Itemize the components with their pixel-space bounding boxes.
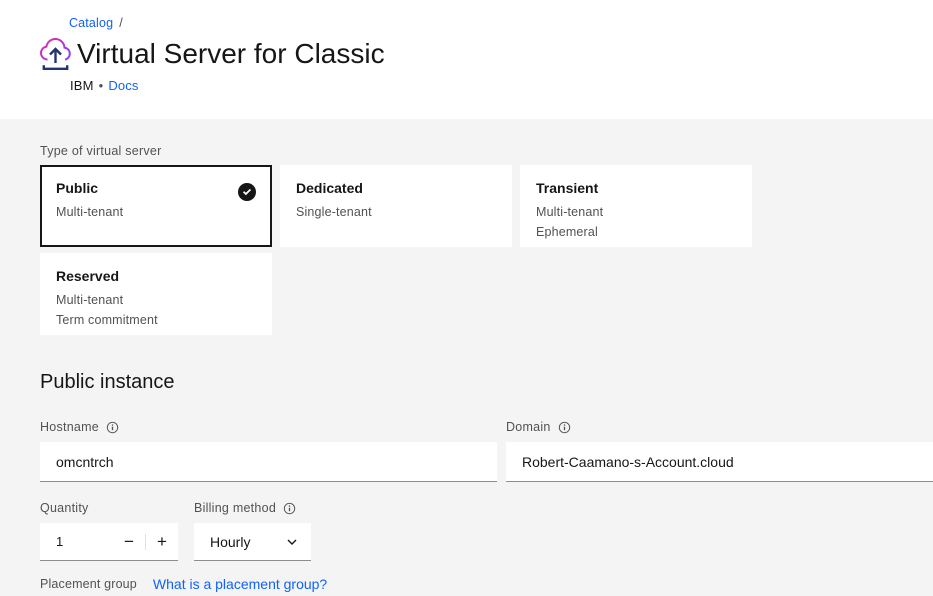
placement-group-label: Placement group — [40, 577, 137, 591]
quantity-field-group: Quantity − + — [40, 501, 178, 561]
billing-method-value: Hourly — [210, 534, 250, 550]
title-row: Virtual Server for Classic — [38, 35, 933, 73]
breadcrumb-separator: / — [119, 16, 123, 30]
tile-title: Transient — [536, 180, 736, 197]
docs-link[interactable]: Docs — [108, 78, 138, 93]
domain-label: Domain — [506, 420, 551, 434]
tile-subtitle: Ephemeral — [536, 222, 736, 242]
catalog-provision-page: Catalog / — [0, 0, 933, 596]
quantity-billing-row: Quantity − + Billing method — [40, 501, 933, 561]
billing-field-group: Billing method Hourly — [194, 501, 311, 561]
hostname-field-group: Hostname — [40, 420, 497, 482]
type-of-virtual-server-label: Type of virtual server — [40, 144, 933, 158]
quantity-increment-button[interactable]: + — [146, 523, 178, 560]
tile-title: Reserved — [56, 268, 256, 285]
tile-dedicated[interactable]: Dedicated Single-tenant — [280, 165, 512, 247]
chevron-down-icon — [287, 539, 297, 545]
quantity-stepper: − + — [40, 523, 178, 561]
tile-public[interactable]: Public Multi-tenant — [40, 165, 272, 247]
provider-separator-dot: • — [99, 78, 104, 93]
domain-input[interactable] — [506, 442, 933, 482]
cloud-upload-icon — [38, 35, 72, 73]
hostname-input[interactable] — [40, 442, 497, 482]
quantity-decrement-button[interactable]: − — [113, 523, 145, 560]
tile-subtitle: Multi-tenant — [56, 290, 256, 310]
hostname-info-icon[interactable] — [106, 421, 119, 434]
public-instance-heading: Public instance — [40, 371, 933, 394]
billing-info-icon[interactable] — [283, 502, 296, 515]
tile-transient[interactable]: Transient Multi-tenant Ephemeral — [520, 165, 752, 247]
server-type-tiles: Public Multi-tenant Dedicated Single-ten… — [40, 165, 754, 335]
placement-group-row: Placement group What is a placement grou… — [40, 576, 933, 592]
product-header: Catalog / — [0, 0, 933, 119]
breadcrumb-catalog-link[interactable]: Catalog — [69, 16, 113, 30]
domain-info-icon[interactable] — [558, 421, 571, 434]
selected-checkmark-icon — [238, 183, 256, 201]
billing-method-select[interactable]: Hourly — [194, 523, 311, 561]
placement-group-help-link[interactable]: What is a placement group? — [153, 576, 327, 592]
provider-row: IBM • Docs — [70, 78, 933, 93]
billing-method-label: Billing method — [194, 501, 276, 515]
provision-form: Type of virtual server Public Multi-tena… — [0, 119, 933, 596]
tile-reserved[interactable]: Reserved Multi-tenant Term commitment — [40, 253, 272, 335]
breadcrumb: Catalog / — [69, 16, 933, 30]
tile-subtitle: Single-tenant — [296, 202, 496, 222]
tile-title: Dedicated — [296, 180, 496, 197]
hostname-domain-row: Hostname Domain — [40, 420, 933, 482]
quantity-label: Quantity — [40, 501, 89, 515]
tile-subtitle: Term commitment — [56, 310, 256, 330]
provider-label: IBM — [70, 78, 94, 93]
tile-subtitle: Multi-tenant — [56, 202, 256, 222]
domain-field-group: Domain — [506, 420, 933, 482]
page-title: Virtual Server for Classic — [77, 38, 385, 70]
hostname-label: Hostname — [40, 420, 99, 434]
tile-subtitle: Multi-tenant — [536, 202, 736, 222]
tile-title: Public — [56, 180, 256, 197]
quantity-input[interactable] — [40, 523, 113, 560]
